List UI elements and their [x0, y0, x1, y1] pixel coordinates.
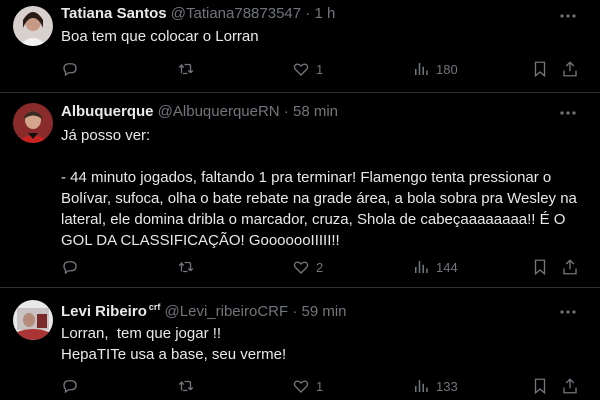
tweet-header: Albuquerque @AlbuquerqueRN · 58 min — [61, 103, 338, 120]
tweet-text: Lorran, tem que jogar !! HepaTITe usa a … — [61, 325, 287, 363]
author-handle[interactable]: @Tatiana78873547 — [171, 5, 301, 22]
retweet-icon — [178, 380, 194, 392]
tweet[interactable]: Levi Ribeiro crf @Levi_ribeiroCRF · 59 mi… — [0, 288, 600, 400]
reply-icon — [63, 261, 77, 275]
retweet-button[interactable] — [177, 376, 201, 396]
views-count: 144 — [436, 259, 458, 275]
tweet-actions: 1 133 — [61, 376, 581, 396]
bookmark-button[interactable] — [531, 376, 549, 396]
bookmark-icon — [534, 61, 546, 78]
like-button[interactable]: 1 — [292, 59, 323, 79]
avatar[interactable] — [13, 103, 53, 143]
user-photo-avatar-icon — [13, 103, 53, 143]
author-name[interactable]: Albuquerque — [61, 103, 154, 120]
share-icon — [563, 378, 577, 394]
like-icon — [293, 261, 309, 274]
share-button[interactable] — [561, 257, 579, 277]
like-button[interactable]: 1 — [292, 376, 323, 396]
bookmark-button[interactable] — [531, 257, 549, 277]
reply-button[interactable] — [61, 257, 85, 277]
share-icon — [563, 259, 577, 275]
timestamp[interactable]: 1 h — [314, 5, 335, 22]
retweet-icon — [178, 63, 194, 75]
more-button[interactable] — [558, 6, 578, 26]
tweet[interactable]: Albuquerque @AlbuquerqueRN · 58 min Já p… — [0, 93, 600, 286]
author-name[interactable]: Levi Ribeiro — [61, 303, 147, 320]
tweet-header: Levi Ribeiro crf @Levi_ribeiroCRF · 59 mi… — [61, 302, 347, 320]
more-icon — [560, 111, 576, 115]
views-button[interactable]: 144 — [412, 257, 458, 277]
share-button[interactable] — [561, 59, 579, 79]
retweet-icon — [178, 261, 194, 273]
bookmark-icon — [534, 259, 546, 276]
views-icon — [415, 380, 428, 392]
separator-dot: · — [305, 5, 311, 22]
tweet-header: Tatiana Santos @Tatiana78873547 · 1 h — [61, 5, 335, 22]
timestamp[interactable]: 58 min — [293, 103, 338, 120]
bookmark-button[interactable] — [531, 59, 549, 79]
like-count: 1 — [316, 378, 324, 394]
reply-button[interactable] — [61, 376, 85, 396]
reply-icon — [63, 63, 77, 77]
more-button[interactable] — [558, 302, 578, 322]
like-button[interactable]: 2 — [292, 257, 323, 277]
crf-badge: crf — [148, 302, 161, 312]
avatar[interactable] — [13, 6, 53, 46]
like-icon — [293, 380, 309, 393]
reply-icon — [63, 380, 77, 394]
separator-dot: · — [283, 103, 289, 120]
tweet-text: Boa tem que colocar o Lorran — [61, 28, 259, 45]
author-name[interactable]: Tatiana Santos — [61, 5, 167, 22]
separator-dot: · — [292, 303, 298, 320]
reply-button[interactable] — [61, 59, 85, 79]
views-count: 133 — [436, 378, 458, 394]
more-icon — [560, 14, 576, 18]
views-icon — [415, 63, 428, 75]
retweet-button[interactable] — [177, 257, 201, 277]
author-handle[interactable]: @Levi_ribeiroCRF — [165, 303, 289, 320]
tweet[interactable]: Tatiana Santos @Tatiana78873547 · 1 h Bo… — [0, 0, 600, 92]
views-icon — [415, 261, 428, 273]
more-icon — [560, 310, 576, 314]
more-button[interactable] — [558, 103, 578, 123]
views-button[interactable]: 133 — [412, 376, 458, 396]
views-button[interactable]: 180 — [412, 59, 458, 79]
like-count: 2 — [316, 259, 324, 275]
retweet-button[interactable] — [177, 59, 201, 79]
tweet-text: Já posso ver: - 44 minuto jogados, falta… — [61, 127, 577, 249]
share-icon — [563, 61, 577, 77]
user-photo-avatar-icon — [13, 300, 53, 340]
user-photo-avatar-icon — [13, 6, 53, 46]
views-count: 180 — [436, 61, 458, 77]
timestamp[interactable]: 59 min — [302, 303, 347, 320]
like-count: 1 — [316, 61, 324, 77]
author-handle[interactable]: @AlbuquerqueRN — [158, 103, 280, 120]
bookmark-icon — [534, 378, 546, 395]
like-icon — [293, 63, 309, 76]
share-button[interactable] — [561, 376, 579, 396]
tweet-actions: 1 180 — [61, 59, 581, 79]
tweet-actions: 2 144 — [61, 257, 581, 277]
avatar[interactable] — [13, 300, 53, 340]
